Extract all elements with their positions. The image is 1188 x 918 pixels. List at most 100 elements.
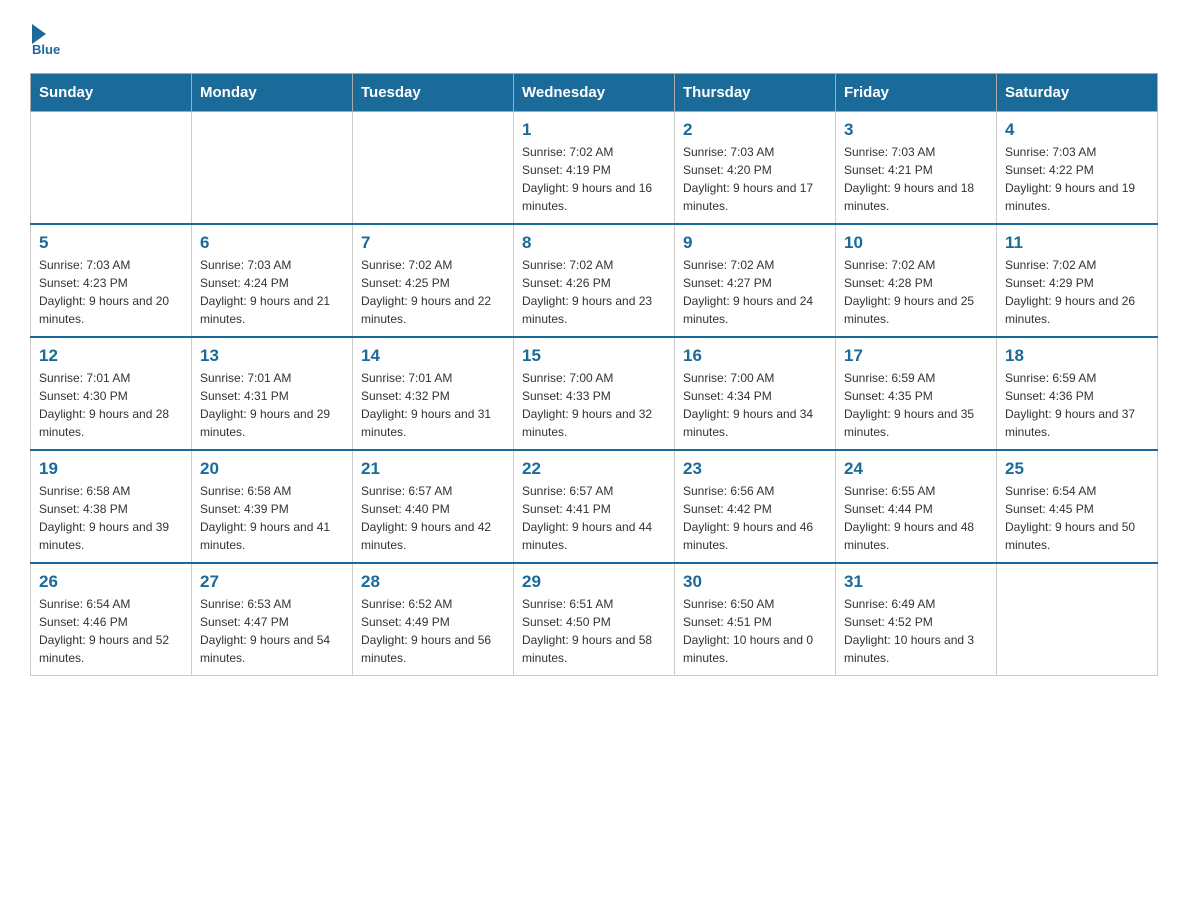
day-number: 30	[683, 572, 827, 592]
day-number: 2	[683, 120, 827, 140]
calendar-cell: 28 Sunrise: 6:52 AM Sunset: 4:49 PM Dayli…	[353, 563, 514, 676]
calendar-week-row: 26 Sunrise: 6:54 AM Sunset: 4:46 PM Dayli…	[31, 563, 1158, 676]
calendar-header-saturday: Saturday	[997, 74, 1158, 112]
day-number: 23	[683, 459, 827, 479]
calendar-week-row: 19 Sunrise: 6:58 AM Sunset: 4:38 PM Dayli…	[31, 450, 1158, 563]
calendar-cell: 30 Sunrise: 6:50 AM Sunset: 4:51 PM Dayli…	[675, 563, 836, 676]
calendar-header-thursday: Thursday	[675, 74, 836, 112]
calendar-cell: 31Sunrise: 6:49 AM Sunset: 4:52 PM Dayli…	[836, 563, 997, 676]
day-number: 9	[683, 233, 827, 253]
day-info: Sunrise: 7:02 AM Sunset: 4:29 PM Dayligh…	[1005, 256, 1149, 328]
day-info: Sunrise: 7:02 AM Sunset: 4:19 PM Dayligh…	[522, 143, 666, 215]
calendar-week-row: 12 Sunrise: 7:01 AM Sunset: 4:30 PM Dayli…	[31, 337, 1158, 450]
logo: Blue	[30, 20, 60, 57]
calendar-week-row: 1 Sunrise: 7:02 AM Sunset: 4:19 PM Daylig…	[31, 112, 1158, 225]
calendar-cell: 12 Sunrise: 7:01 AM Sunset: 4:30 PM Dayli…	[31, 337, 192, 450]
day-number: 17	[844, 346, 988, 366]
day-info: Sunrise: 6:51 AM Sunset: 4:50 PM Dayligh…	[522, 595, 666, 667]
day-number: 28	[361, 572, 505, 592]
day-info: Sunrise: 7:01 AM Sunset: 4:32 PM Dayligh…	[361, 369, 505, 441]
day-info: Sunrise: 7:02 AM Sunset: 4:28 PM Dayligh…	[844, 256, 988, 328]
day-number: 21	[361, 459, 505, 479]
day-number: 16	[683, 346, 827, 366]
day-info: Sunrise: 6:52 AM Sunset: 4:49 PM Dayligh…	[361, 595, 505, 667]
day-info: Sunrise: 6:57 AM Sunset: 4:40 PM Dayligh…	[361, 482, 505, 554]
calendar-cell: 29 Sunrise: 6:51 AM Sunset: 4:50 PM Dayli…	[514, 563, 675, 676]
calendar-cell: 16 Sunrise: 7:00 AM Sunset: 4:34 PM Dayli…	[675, 337, 836, 450]
calendar-cell: 9 Sunrise: 7:02 AM Sunset: 4:27 PM Daylig…	[675, 224, 836, 337]
day-info: Sunrise: 6:49 AM Sunset: 4:52 PM Dayligh…	[844, 595, 988, 667]
day-number: 10	[844, 233, 988, 253]
calendar-table: SundayMondayTuesdayWednesdayThursdayFrid…	[30, 73, 1158, 676]
day-info: Sunrise: 6:59 AM Sunset: 4:35 PM Dayligh…	[844, 369, 988, 441]
calendar-cell: 10 Sunrise: 7:02 AM Sunset: 4:28 PM Dayli…	[836, 224, 997, 337]
calendar-cell: 15 Sunrise: 7:00 AM Sunset: 4:33 PM Dayli…	[514, 337, 675, 450]
day-info: Sunrise: 6:58 AM Sunset: 4:38 PM Dayligh…	[39, 482, 183, 554]
day-info: Sunrise: 6:55 AM Sunset: 4:44 PM Dayligh…	[844, 482, 988, 554]
day-number: 29	[522, 572, 666, 592]
calendar-cell: 27Sunrise: 6:53 AM Sunset: 4:47 PM Dayli…	[192, 563, 353, 676]
calendar-cell	[192, 112, 353, 225]
calendar-cell	[997, 563, 1158, 676]
day-number: 3	[844, 120, 988, 140]
calendar-cell: 8 Sunrise: 7:02 AM Sunset: 4:26 PM Daylig…	[514, 224, 675, 337]
calendar-header-row: SundayMondayTuesdayWednesdayThursdayFrid…	[31, 74, 1158, 112]
day-number: 5	[39, 233, 183, 253]
day-info: Sunrise: 6:59 AM Sunset: 4:36 PM Dayligh…	[1005, 369, 1149, 441]
day-info: Sunrise: 7:03 AM Sunset: 4:20 PM Dayligh…	[683, 143, 827, 215]
calendar-cell	[353, 112, 514, 225]
calendar-cell: 22 Sunrise: 6:57 AM Sunset: 4:41 PM Dayli…	[514, 450, 675, 563]
day-info: Sunrise: 7:03 AM Sunset: 4:24 PM Dayligh…	[200, 256, 344, 328]
calendar-cell: 1 Sunrise: 7:02 AM Sunset: 4:19 PM Daylig…	[514, 112, 675, 225]
day-number: 26	[39, 572, 183, 592]
day-info: Sunrise: 7:01 AM Sunset: 4:31 PM Dayligh…	[200, 369, 344, 441]
day-number: 8	[522, 233, 666, 253]
calendar-cell: 20Sunrise: 6:58 AM Sunset: 4:39 PM Dayli…	[192, 450, 353, 563]
day-info: Sunrise: 6:56 AM Sunset: 4:42 PM Dayligh…	[683, 482, 827, 554]
calendar-cell: 14 Sunrise: 7:01 AM Sunset: 4:32 PM Dayli…	[353, 337, 514, 450]
day-info: Sunrise: 7:00 AM Sunset: 4:33 PM Dayligh…	[522, 369, 666, 441]
page-header: Blue	[30, 20, 1158, 57]
calendar-cell: 24Sunrise: 6:55 AM Sunset: 4:44 PM Dayli…	[836, 450, 997, 563]
calendar-cell: 4Sunrise: 7:03 AM Sunset: 4:22 PM Daylig…	[997, 112, 1158, 225]
day-number: 19	[39, 459, 183, 479]
calendar-week-row: 5 Sunrise: 7:03 AM Sunset: 4:23 PM Daylig…	[31, 224, 1158, 337]
day-number: 1	[522, 120, 666, 140]
calendar-cell: 7Sunrise: 7:02 AM Sunset: 4:25 PM Daylig…	[353, 224, 514, 337]
day-info: Sunrise: 6:57 AM Sunset: 4:41 PM Dayligh…	[522, 482, 666, 554]
day-info: Sunrise: 7:01 AM Sunset: 4:30 PM Dayligh…	[39, 369, 183, 441]
calendar-cell: 2 Sunrise: 7:03 AM Sunset: 4:20 PM Daylig…	[675, 112, 836, 225]
day-info: Sunrise: 7:02 AM Sunset: 4:25 PM Dayligh…	[361, 256, 505, 328]
calendar-header-sunday: Sunday	[31, 74, 192, 112]
calendar-cell	[31, 112, 192, 225]
calendar-header-wednesday: Wednesday	[514, 74, 675, 112]
calendar-header-tuesday: Tuesday	[353, 74, 514, 112]
day-number: 22	[522, 459, 666, 479]
calendar-header-monday: Monday	[192, 74, 353, 112]
day-info: Sunrise: 6:58 AM Sunset: 4:39 PM Dayligh…	[200, 482, 344, 554]
day-info: Sunrise: 7:00 AM Sunset: 4:34 PM Dayligh…	[683, 369, 827, 441]
calendar-cell: 25Sunrise: 6:54 AM Sunset: 4:45 PM Dayli…	[997, 450, 1158, 563]
day-info: Sunrise: 7:02 AM Sunset: 4:27 PM Dayligh…	[683, 256, 827, 328]
calendar-header-friday: Friday	[836, 74, 997, 112]
calendar-cell: 23 Sunrise: 6:56 AM Sunset: 4:42 PM Dayli…	[675, 450, 836, 563]
day-info: Sunrise: 7:03 AM Sunset: 4:23 PM Dayligh…	[39, 256, 183, 328]
calendar-cell: 26 Sunrise: 6:54 AM Sunset: 4:46 PM Dayli…	[31, 563, 192, 676]
day-number: 12	[39, 346, 183, 366]
day-number: 6	[200, 233, 344, 253]
calendar-cell: 6 Sunrise: 7:03 AM Sunset: 4:24 PM Daylig…	[192, 224, 353, 337]
day-info: Sunrise: 7:02 AM Sunset: 4:26 PM Dayligh…	[522, 256, 666, 328]
calendar-cell: 3Sunrise: 7:03 AM Sunset: 4:21 PM Daylig…	[836, 112, 997, 225]
calendar-cell: 11Sunrise: 7:02 AM Sunset: 4:29 PM Dayli…	[997, 224, 1158, 337]
day-number: 14	[361, 346, 505, 366]
day-number: 15	[522, 346, 666, 366]
day-info: Sunrise: 7:03 AM Sunset: 4:22 PM Dayligh…	[1005, 143, 1149, 215]
day-number: 18	[1005, 346, 1149, 366]
day-number: 25	[1005, 459, 1149, 479]
calendar-cell: 21 Sunrise: 6:57 AM Sunset: 4:40 PM Dayli…	[353, 450, 514, 563]
calendar-cell: 17 Sunrise: 6:59 AM Sunset: 4:35 PM Dayli…	[836, 337, 997, 450]
day-info: Sunrise: 6:50 AM Sunset: 4:51 PM Dayligh…	[683, 595, 827, 667]
day-info: Sunrise: 6:54 AM Sunset: 4:46 PM Dayligh…	[39, 595, 183, 667]
calendar-cell: 5 Sunrise: 7:03 AM Sunset: 4:23 PM Daylig…	[31, 224, 192, 337]
calendar-cell: 19 Sunrise: 6:58 AM Sunset: 4:38 PM Dayli…	[31, 450, 192, 563]
